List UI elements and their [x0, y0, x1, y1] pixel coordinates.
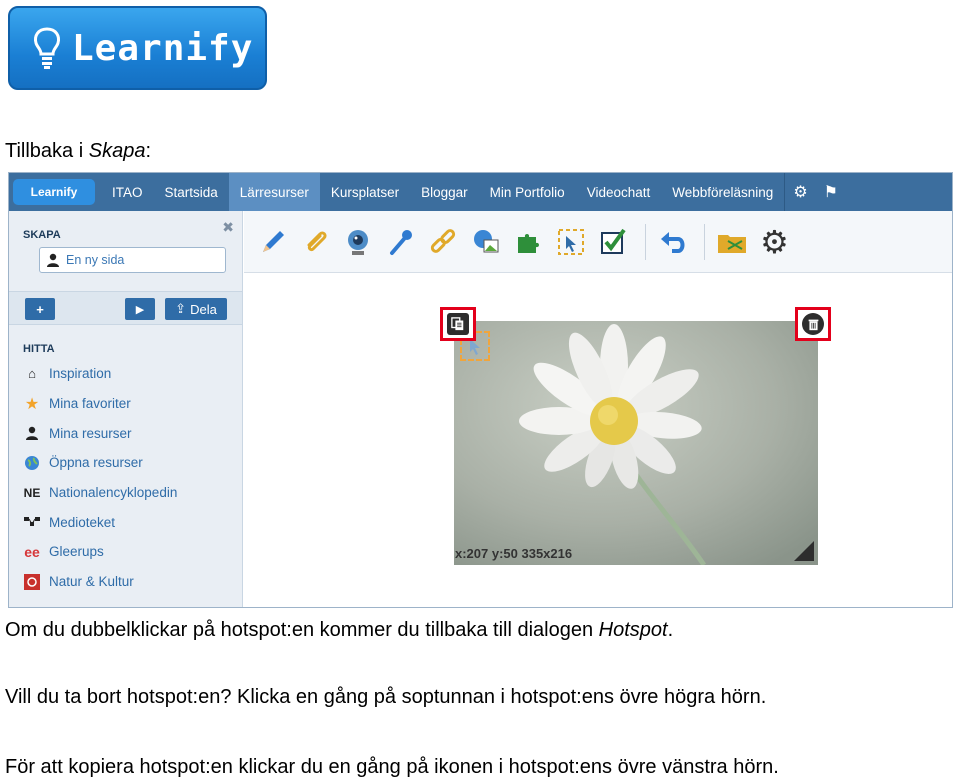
paperclip-icon[interactable] — [297, 223, 335, 261]
nav-item-webbforelasning[interactable]: Webbföreläsning — [661, 173, 784, 211]
sidebar: SKAPA ✖ En ny sida + ▶ ⇪ Dela HITTA ⌂ In… — [9, 211, 243, 607]
sidebar-item-inspiration[interactable]: ⌂ Inspiration — [23, 359, 177, 389]
folder-icon[interactable] — [713, 223, 751, 261]
delete-hotspot-button[interactable] — [795, 307, 831, 341]
sidebar-item-gleerups[interactable]: ee Gleerups — [23, 537, 177, 567]
sidebar-item-oppna-resurser[interactable]: Öppna resurser — [23, 448, 177, 478]
copy-hotspot-button[interactable] — [440, 307, 476, 341]
skapa-heading: SKAPA — [23, 229, 61, 241]
image-icon[interactable] — [467, 223, 505, 261]
lightbulb-icon — [34, 27, 60, 69]
ne-icon: NE — [23, 485, 41, 500]
nav-logo[interactable]: Learnify — [13, 179, 95, 205]
nav-item-videochatt[interactable]: Videochatt — [576, 173, 662, 211]
sidebar-item-nationalencyklopedin[interactable]: NE Nationalencyklopedin — [23, 478, 178, 508]
star-icon: ★ — [24, 395, 40, 413]
nav-item-itao[interactable]: ITAO — [101, 173, 154, 211]
puzzle-icon[interactable] — [509, 223, 547, 261]
sidebar-item-favoriter[interactable]: ★ Mina favoriter — [23, 389, 177, 419]
home-icon: ⌂ — [28, 366, 36, 382]
toolbar-separator — [644, 223, 646, 260]
new-page-label: En ny sida — [66, 253, 125, 267]
sidebar-item-natur-kultur[interactable]: Natur & Kultur — [23, 567, 177, 597]
sidebar-item-label: Mina favoriter — [49, 396, 131, 412]
nav-item-min-portfolio[interactable]: Min Portfolio — [479, 173, 576, 211]
play-button[interactable]: ▶ — [125, 298, 155, 320]
paragraph-delete: Vill du ta bort hotspot:en? Klicka en gå… — [5, 686, 767, 708]
network-icon — [23, 513, 41, 531]
close-icon[interactable]: ✖ — [222, 219, 234, 236]
nav-item-bloggar[interactable]: Bloggar — [410, 173, 479, 211]
share-label: Dela — [190, 301, 217, 317]
nav-item-startsida[interactable]: Startsida — [154, 173, 229, 211]
sidebar-item-label: Medioteket — [49, 514, 116, 530]
nav-item-larresurser[interactable]: Lärresurser — [228, 173, 320, 211]
person-icon — [47, 253, 59, 267]
new-page-input[interactable]: En ny sida — [39, 247, 226, 273]
gear-icon[interactable]: ⚙ — [784, 173, 815, 211]
app-screenshot: Learnify ITAO Startsida Lärresurser Kurs… — [8, 172, 953, 608]
sidebar-item-mina-resurser[interactable]: Mina resurser — [23, 418, 177, 448]
webcam-icon[interactable] — [339, 223, 377, 261]
sidebar-item-label: Öppna resurser — [49, 455, 143, 471]
top-navbar: Learnify ITAO Startsida Lärresurser Kurs… — [9, 173, 952, 211]
undo-icon[interactable] — [654, 223, 692, 261]
globe-icon — [23, 454, 41, 472]
editor-toolbar: ⚙ — [244, 211, 952, 273]
paragraph-doubleclick: Om du dubbelklickar på hotspot:en kommer… — [5, 619, 674, 641]
copy-icon — [447, 313, 469, 335]
hotspot-coordinates: x:207 y:50 335x216 — [455, 546, 573, 561]
link-icon[interactable] — [424, 223, 462, 261]
sidebar-item-label: Nationalencyklopedin — [49, 485, 178, 501]
trash-icon — [802, 313, 824, 335]
sidebar-item-label: Inspiration — [49, 366, 112, 382]
back-heading: Tillbaka i Skapa: — [5, 140, 152, 162]
settings-icon[interactable]: ⚙ — [756, 223, 794, 261]
nk-icon — [23, 573, 41, 591]
person-icon — [23, 424, 41, 442]
hitta-heading: HITTA — [23, 343, 55, 355]
add-button[interactable]: + — [25, 298, 55, 320]
sidebar-action-bar: + ▶ ⇪ Dela — [9, 291, 242, 325]
toolbar-separator — [704, 223, 705, 260]
learnify-logo: Learnify — [8, 6, 267, 90]
hotspot-icon[interactable] — [552, 223, 590, 261]
pencil-icon[interactable] — [254, 223, 292, 261]
sidebar-item-label: Mina resurser — [49, 425, 132, 441]
nav-item-kursplatser[interactable]: Kursplatser — [320, 173, 410, 211]
microphone-icon[interactable] — [382, 223, 420, 261]
share-icon: ⇪ — [175, 301, 187, 316]
sidebar-item-medioteket[interactable]: Medioteket — [23, 507, 177, 537]
editor-canvas[interactable]: x:207 y:50 335x216 — [244, 274, 952, 607]
share-button[interactable]: ⇪ Dela — [165, 298, 227, 320]
flag-icon[interactable]: ⚑ — [816, 173, 846, 211]
paragraph-copy: För att kopiera hotspot:en klickar du en… — [5, 756, 779, 778]
sidebar-item-label: Gleerups — [49, 544, 104, 560]
logo-text: Learnify — [72, 27, 254, 69]
hitta-list: ⌂ Inspiration ★ Mina favoriter Mina resu… — [23, 359, 177, 597]
sidebar-item-label: Natur & Kultur — [49, 574, 134, 590]
ee-icon: ee — [24, 543, 40, 560]
checkbox-icon[interactable] — [594, 223, 632, 261]
daisy-image[interactable] — [454, 321, 818, 565]
